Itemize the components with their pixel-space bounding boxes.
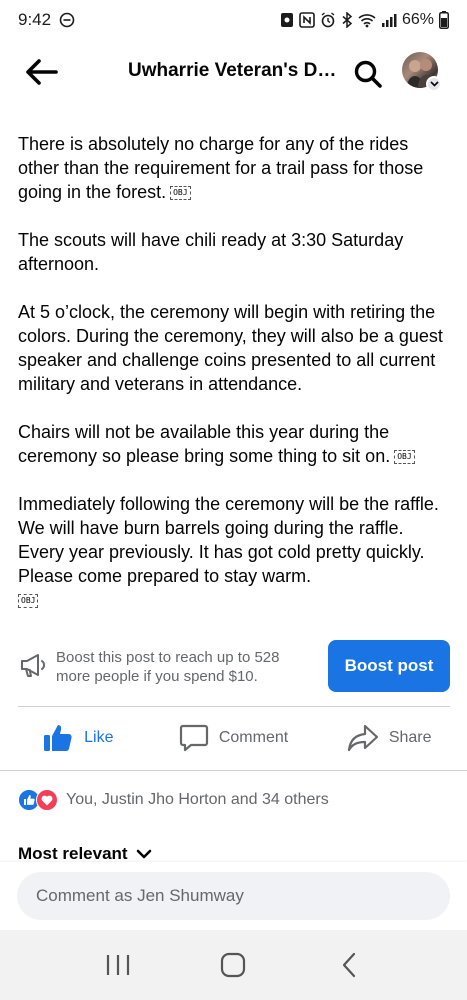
like-thumb-icon [44,725,72,751]
share-arrow-icon [347,724,378,752]
status-left: 9:42 [18,10,75,30]
battery-icon [439,11,449,29]
post-paragraph-text: Immediately following the ceremony will … [18,494,439,586]
chevron-down-icon [429,81,439,87]
recents-button[interactable] [88,940,148,990]
status-time: 9:42 [18,10,52,29]
comment-input[interactable]: Comment as Jen Shumway [17,872,450,920]
back-arrow-icon [26,59,58,85]
sort-label: Most relevant [18,844,128,863]
search-icon [354,60,382,88]
post-actions: Like Comment Share [0,712,467,764]
divider [18,706,450,707]
reaction-icons [18,789,58,811]
signal-icon [381,12,397,28]
comment-label: Comment [218,729,289,746]
reactions-summary[interactable]: You, Justin Jho Horton and 34 others [18,786,329,814]
lock-notification-icon [280,12,294,28]
boost-post-button[interactable]: Boost post [328,640,450,692]
post-paragraph-text: Chairs will not be available this year d… [18,422,391,466]
post-paragraph: Immediately following the ceremony will … [18,492,450,612]
status-bar: 9:42 66% [0,0,467,40]
app-header: Uwharrie Veteran's Da... [0,44,467,100]
boost-row: Boost this post to reach up to 528 more … [18,640,450,692]
comment-sort-dropdown[interactable]: Most relevant [18,844,152,864]
home-button[interactable] [203,940,263,990]
system-nav-bar [0,930,467,1000]
search-button[interactable] [350,56,386,92]
profile-avatar-button[interactable] [402,52,442,92]
like-button[interactable]: Like [0,712,156,764]
post-paragraph: Chairs will not be available this year d… [18,420,450,468]
love-reaction-icon [36,789,58,811]
alarm-icon [320,12,336,28]
share-button[interactable]: Share [311,712,467,764]
reactions-text: You, Justin Jho Horton and 34 others [66,791,329,808]
object-placeholder-icon: OBJ [394,450,415,465]
post-paragraph: The scouts will have chili ready at 3:30… [18,228,450,276]
post-paragraph: At 5 o’clock, the ceremony will begin wi… [18,300,450,396]
account-switch-badge [426,76,442,92]
comment-button[interactable]: Comment [156,712,312,764]
bluetooth-icon [341,12,353,28]
nav-back-icon [343,952,356,978]
post-paragraph: There is absolutely no charge for any of… [18,132,450,204]
post-paragraph-text: There is absolutely no charge for any of… [18,134,424,202]
home-icon [221,952,246,978]
object-placeholder-icon: OBJ [170,186,191,201]
nfc-icon [299,12,315,28]
megaphone-icon [18,650,48,680]
wifi-icon [358,12,376,28]
boost-description: Boost this post to reach up to 528 more … [56,649,280,685]
post-body: There is absolutely no charge for any of… [18,132,450,636]
post-paragraph-text: The scouts will have chili ready at 3:30… [18,230,404,274]
chevron-down-icon [136,849,151,859]
share-label: Share [388,729,432,746]
recents-icon [106,955,129,975]
comment-bar: Comment as Jen Shumway [0,862,467,930]
do-not-disturb-icon [59,12,75,28]
nav-back-button[interactable] [319,940,379,990]
comment-bubble-icon [179,724,208,752]
like-label: Like [84,729,114,746]
battery-percent: 66% [401,11,434,28]
object-placeholder-icon: OBJ [18,594,39,609]
back-button[interactable] [22,54,60,90]
status-right: 66% [280,11,449,29]
page-title: Uwharrie Veteran's Da... [128,60,342,81]
divider [0,770,467,771]
post-paragraph-text: At 5 o’clock, the ceremony will begin wi… [18,302,443,394]
